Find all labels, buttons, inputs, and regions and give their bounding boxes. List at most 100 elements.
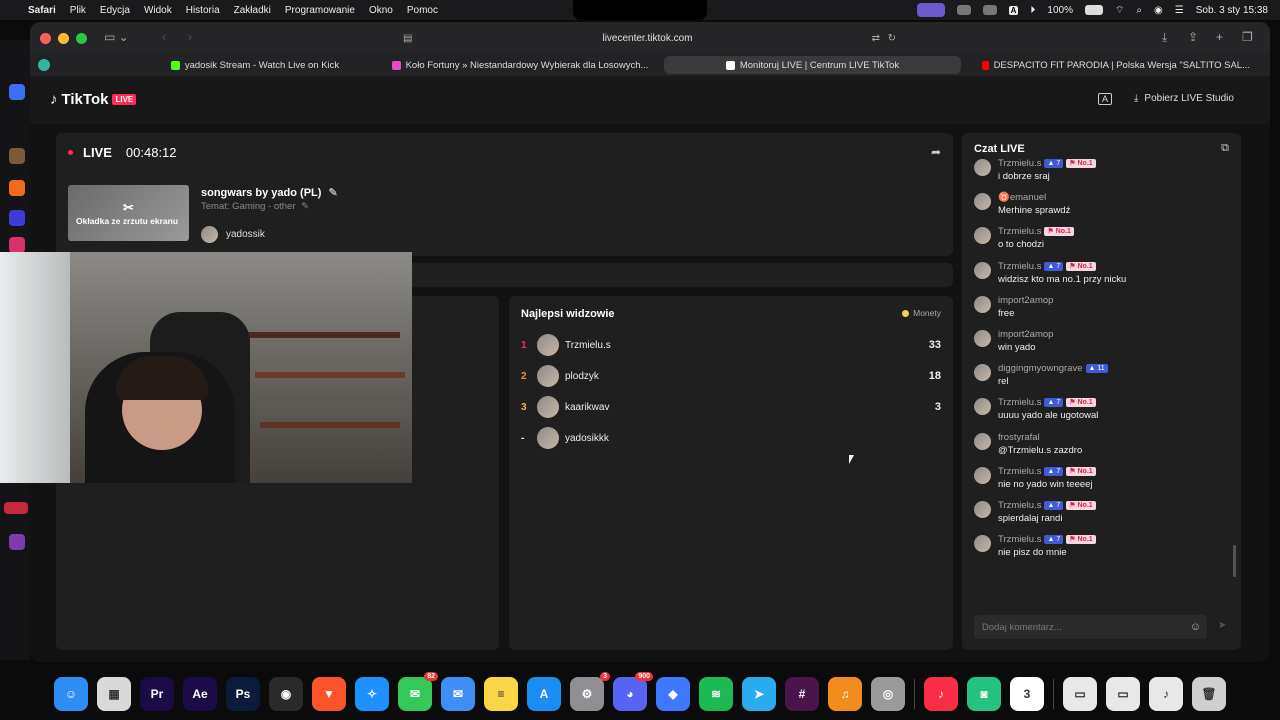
status-icon[interactable] bbox=[956, 5, 971, 15]
photoshop-icon[interactable]: Ps bbox=[226, 676, 260, 711]
menu-item-history[interactable]: Historia bbox=[186, 5, 220, 16]
brave-icon[interactable]: ▼ bbox=[312, 676, 346, 711]
tab-wheel[interactable]: Koło Fortuny » Niestandardowy Wybierak d… bbox=[380, 56, 660, 74]
after-effects-icon[interactable]: Ae bbox=[183, 676, 217, 711]
chat-username[interactable]: import2amop bbox=[998, 295, 1053, 306]
chat-username[interactable]: frostyrafal bbox=[998, 432, 1040, 443]
chat-message[interactable]: Trzmielu.s ⚑ No.1 o to chodzi bbox=[974, 223, 1234, 257]
play-icon[interactable]: ⏵ bbox=[1030, 5, 1035, 16]
chat-message[interactable]: Trzmielu.s ▲ 7 ⚑ No.1 nie no yado win teeee… bbox=[974, 463, 1234, 497]
siri-icon[interactable]: ◉ bbox=[1154, 5, 1163, 16]
menu-item-edit[interactable]: Edycja bbox=[100, 5, 130, 16]
chat-username[interactable]: diggingmyowngrave bbox=[998, 363, 1083, 374]
chat-message[interactable]: diggingmyowngrave ▲ 11 rel bbox=[974, 360, 1234, 394]
battery-icon[interactable] bbox=[1085, 5, 1103, 15]
viewer-row[interactable]: 1 Trzmielu.s 33 bbox=[521, 333, 941, 357]
safari-icon[interactable]: ✧ bbox=[355, 676, 389, 711]
tab-group-icon[interactable] bbox=[38, 59, 50, 71]
chat-message[interactable]: frostyrafal @Trzmielu.s zazdro bbox=[974, 429, 1234, 463]
audio-file-icon[interactable]: ♪ bbox=[1149, 676, 1183, 711]
zoom-window-button[interactable] bbox=[76, 32, 87, 44]
share-icon[interactable]: ⇪ bbox=[1188, 30, 1198, 44]
chat-scrollbar[interactable] bbox=[1233, 545, 1236, 577]
control-center-icon[interactable]: ☰ bbox=[1175, 5, 1184, 16]
chat-username[interactable]: Trzmielu.s bbox=[998, 500, 1041, 511]
menu-app-name[interactable]: Safari bbox=[28, 5, 56, 16]
app-store-icon[interactable]: A bbox=[527, 676, 561, 711]
chat-username[interactable]: import2amop bbox=[998, 329, 1053, 340]
menu-item-develop[interactable]: Programowanie bbox=[285, 5, 355, 16]
menu-item-view[interactable]: Widok bbox=[144, 5, 172, 16]
menu-item-window[interactable]: Okno bbox=[369, 5, 393, 16]
slack-icon[interactable]: # bbox=[785, 676, 819, 711]
chat-messages[interactable]: Trzmielu.s ▲ 7 ⚑ No.1 i dobrze sraj ♉emanuel… bbox=[974, 155, 1234, 585]
viewer-row[interactable]: - yadosikkk bbox=[521, 426, 941, 450]
menu-item-help[interactable]: Pomoc bbox=[407, 5, 438, 16]
chat-username[interactable]: Trzmielu.s bbox=[998, 226, 1041, 237]
chat-username[interactable]: Trzmielu.s bbox=[998, 261, 1041, 272]
menu-item-file[interactable]: Plik bbox=[70, 5, 86, 16]
trash-icon[interactable]: 🗑 bbox=[1192, 676, 1226, 711]
calendar-icon[interactable]: 3 bbox=[1010, 676, 1044, 711]
launchpad-icon[interactable]: ▦ bbox=[97, 676, 131, 711]
share-live-icon[interactable]: ➦ bbox=[931, 145, 941, 159]
fl-studio-icon[interactable]: ♫ bbox=[828, 676, 862, 711]
edit-topic-icon[interactable]: ✎ bbox=[301, 201, 309, 212]
roblox-icon[interactable]: ◆ bbox=[656, 676, 690, 711]
back-icon[interactable]: ‹ bbox=[162, 30, 166, 44]
tab-youtube[interactable]: DESPACITO FIT PARODIA | Polska Wersja "S… bbox=[982, 56, 1250, 74]
document-2-icon[interactable]: ▭ bbox=[1106, 676, 1140, 711]
notes-icon[interactable]: ≡ bbox=[484, 676, 518, 711]
music-icon[interactable]: ♪ bbox=[924, 676, 958, 711]
input-source-icon[interactable]: A bbox=[1008, 5, 1019, 15]
cover-thumbnail[interactable]: ✂ Okładka ze zrzutu ekranu bbox=[68, 185, 189, 241]
sidebar-toggle-icon[interactable]: ▭ ⌄ bbox=[104, 30, 129, 44]
emoji-icon[interactable]: ☺ bbox=[1190, 621, 1201, 633]
chat-message[interactable]: Trzmielu.s ▲ 7 ⚑ No.1 i dobrze sraj bbox=[974, 155, 1234, 189]
chat-message[interactable]: Trzmielu.s ▲ 7 ⚑ No.1 spierdalaj randi bbox=[974, 497, 1234, 531]
status-icon[interactable] bbox=[982, 5, 997, 15]
popout-chat-icon[interactable]: ⧉ bbox=[1221, 142, 1229, 155]
mail-icon[interactable]: ✉ bbox=[441, 676, 475, 711]
forward-icon[interactable]: › bbox=[188, 30, 192, 44]
tab-kick[interactable]: yadosik Stream - Watch Live on Kick bbox=[120, 56, 390, 74]
reload-icon[interactable]: ↻ bbox=[888, 33, 896, 44]
chat-message[interactable]: Trzmielu.s ▲ 7 ⚑ No.1 nie pisz do mnie bbox=[974, 531, 1234, 565]
viewer-row[interactable]: 3 kaarikwav 3 bbox=[521, 395, 941, 419]
disk-utility-icon[interactable]: ◎ bbox=[871, 676, 905, 711]
viewer-row[interactable]: 2 plodzyk 18 bbox=[521, 364, 941, 388]
address-bar[interactable]: ▤ livecenter.tiktok.com ⇄ ↻ bbox=[395, 28, 900, 48]
minimize-window-button[interactable] bbox=[58, 32, 69, 44]
new-tab-icon[interactable]: + bbox=[1216, 30, 1223, 44]
downloads-icon[interactable]: ⤓ bbox=[1162, 30, 1167, 45]
chat-message[interactable]: Trzmielu.s ▲ 7 ⚑ No.1 widzisz kto ma no.1 p… bbox=[974, 258, 1234, 292]
premiere-icon[interactable]: Pr bbox=[140, 676, 174, 711]
chat-username[interactable]: ♉emanuel bbox=[998, 192, 1046, 203]
document-1-icon[interactable]: ▭ bbox=[1063, 676, 1097, 711]
screen-record-icon[interactable] bbox=[916, 3, 945, 17]
chat-username[interactable]: Trzmielu.s bbox=[998, 397, 1041, 408]
menu-clock[interactable]: Sob. 3 sty 15:38 bbox=[1196, 5, 1268, 16]
translate-icon[interactable]: ⇄ bbox=[872, 33, 880, 44]
chat-message[interactable]: import2amop win yado bbox=[974, 326, 1234, 360]
blender-icon[interactable]: ◉ bbox=[269, 676, 303, 711]
spotify-icon[interactable]: ≋ bbox=[699, 676, 733, 711]
discord-icon[interactable]: ◕ 900 bbox=[613, 671, 653, 711]
search-icon[interactable]: ⌕ bbox=[1136, 5, 1142, 16]
translate-page-icon[interactable]: A bbox=[1098, 93, 1113, 105]
chat-message[interactable]: import2amop free bbox=[974, 292, 1234, 326]
edit-title-icon[interactable]: ✎ bbox=[328, 187, 337, 199]
download-live-studio-button[interactable]: ⤓ Pobierz LIVE Studio bbox=[1134, 93, 1234, 104]
telegram-icon[interactable]: ➤ bbox=[742, 676, 776, 711]
comment-input[interactable]: Dodaj komentarz... ☺ bbox=[974, 615, 1207, 639]
system-settings-icon[interactable]: ⚙ 3 bbox=[570, 671, 610, 711]
chat-username[interactable]: Trzmielu.s bbox=[998, 466, 1041, 477]
close-window-button[interactable] bbox=[40, 32, 51, 44]
tab-overview-icon[interactable]: ❐ bbox=[1242, 30, 1253, 44]
chat-message[interactable]: ♉emanuel Merhine sprawdź bbox=[974, 189, 1234, 223]
send-icon[interactable]: ➤ bbox=[1218, 620, 1226, 631]
tiktok-logo[interactable]: ♪ TikTok LIVE bbox=[50, 91, 137, 108]
tab-tiktok-live[interactable]: Monitoruj LIVE | Centrum LIVE TikTok bbox=[664, 56, 961, 74]
wifi-icon[interactable]: ⌔ bbox=[1115, 4, 1124, 17]
page-settings-icon[interactable]: ▤ bbox=[403, 33, 412, 44]
